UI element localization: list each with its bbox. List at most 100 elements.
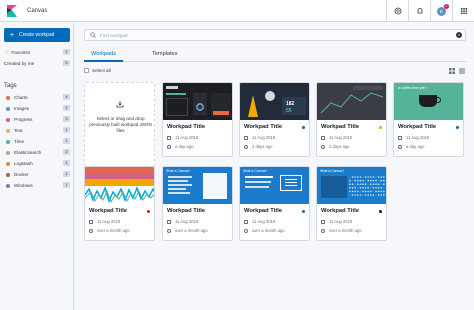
tag-color-dot	[6, 128, 10, 133]
calendar-icon	[89, 219, 93, 224]
top-bar: Canvas E 2	[0, 0, 474, 22]
clear-icon[interactable]: ×	[456, 32, 462, 38]
grid-icon	[460, 8, 467, 15]
workpad-thumbnail[interactable]	[85, 167, 154, 204]
sidebar-item-label: Created by me	[4, 61, 35, 66]
tag-item[interactable]: Docker 1	[4, 170, 70, 179]
tag-item[interactable]: Progress 3	[4, 115, 70, 124]
updated-time: over a month ago	[89, 228, 130, 233]
created-date-text: 11 Aug 2019	[175, 219, 199, 224]
create-workpad-label: Create workpad	[19, 32, 55, 38]
updated-time-text: over a month ago	[252, 228, 285, 233]
workpad-card[interactable]: What is Canvas? Workpad Title 11 Aug 2019 o…	[316, 166, 387, 241]
workpad-thumbnail[interactable]: 182 55	[240, 83, 309, 120]
workpad-thumbnail[interactable]	[317, 83, 386, 120]
tag-item[interactable]: Images 2	[4, 104, 70, 113]
clock-icon	[167, 228, 171, 233]
count-badge: 1	[63, 127, 70, 133]
tag-color-dot	[6, 117, 10, 122]
workpad-title[interactable]: Workpad Title	[167, 124, 205, 130]
workpad-card[interactable]: Is coffee time yet? Workpad Title 11 Aug 2…	[393, 82, 464, 157]
workpad-card[interactable]: What is Canvas? Workpad Title 11 Aug 2019 o…	[239, 166, 310, 241]
updated-time: 2 days ago	[321, 144, 350, 149]
workpad-card[interactable]: Workpad Title 11 Aug 2019 over a month ago	[84, 166, 155, 241]
sidebar-item-favorites[interactable]: ☆ Favorites 2	[4, 48, 70, 57]
created-date-text: 11 Aug 2019	[406, 135, 430, 140]
workpad-card[interactable]: Workpad Title 11 Aug 2019 a day ago	[162, 82, 233, 157]
tag-color-dot	[379, 210, 382, 213]
workpad-title[interactable]: Workpad Title	[244, 124, 282, 130]
count-badge: 1	[63, 182, 70, 188]
workpad-title[interactable]: Workpad Title	[89, 208, 127, 214]
calendar-icon	[244, 219, 248, 224]
select-all-label: Select all	[92, 68, 111, 73]
updated-time-text: a day ago	[406, 144, 425, 149]
app-menu-button[interactable]	[452, 0, 474, 22]
tag-label: Elasticsearch	[14, 150, 42, 155]
tags-heading: Tags	[4, 83, 17, 89]
workpad-thumbnail[interactable]	[163, 83, 232, 120]
tag-item[interactable]: Charts 4	[4, 93, 70, 102]
tab-templates[interactable]: Templates	[145, 50, 185, 62]
clock-icon	[244, 228, 248, 233]
created-date: 11 Aug 2019	[398, 135, 429, 140]
workpad-card[interactable]: 182 55 Workpad Title 11 Aug 2019 2 days ago	[239, 82, 310, 157]
help-menu-button[interactable]	[386, 0, 408, 22]
create-workpad-button[interactable]: + Create workpad	[4, 28, 70, 42]
created-date: 11 Aug 2019	[244, 135, 275, 140]
created-date: 11 Aug 2019	[89, 219, 120, 224]
created-date: 11 Aug 2019	[321, 219, 352, 224]
created-date: 11 Aug 2019	[167, 135, 198, 140]
select-all-checkbox[interactable]	[84, 68, 89, 73]
tab-bar: Workpads Templates	[84, 50, 466, 62]
list-view-icon[interactable]	[459, 68, 465, 74]
tag-color-dot	[379, 126, 382, 129]
thumb-stat: 55	[286, 108, 292, 114]
search-input[interactable]: Find workpad ×	[84, 29, 466, 41]
workpad-thumbnail[interactable]: What is Canvas?	[240, 167, 309, 204]
sidebar-item-label: Favorites	[11, 50, 31, 55]
tag-color-dot	[302, 126, 305, 129]
updated-time: a day ago	[398, 144, 424, 149]
tag-item[interactable]: Logstash 1	[4, 159, 70, 168]
updated-time-text: 2 days ago	[329, 144, 350, 149]
updated-time-text: over a month ago	[175, 228, 208, 233]
workpad-title[interactable]: Workpad Title	[398, 124, 436, 130]
tag-item[interactable]: Time 1	[4, 137, 70, 146]
file-drop-zone[interactable]: Select or drag and drop previously built…	[84, 82, 155, 173]
created-date-text: 11 Aug 2019	[252, 219, 276, 224]
workpad-thumbnail[interactable]: Is coffee time yet?	[394, 83, 463, 120]
created-date-text: 11 Aug 2019	[329, 219, 353, 224]
workpad-card[interactable]: What is Canvas? Workpad Title 11 Aug 2019 o…	[162, 166, 233, 241]
count-badge: 2	[63, 149, 70, 155]
updated-time: a day ago	[167, 144, 193, 149]
sidebar-item-created-by-me[interactable]: Created by me 5	[4, 59, 70, 68]
tag-item[interactable]: Windows 1	[4, 181, 70, 190]
workpad-title[interactable]: Workpad Title	[167, 208, 205, 214]
grid-view-icon[interactable]	[449, 68, 455, 74]
select-all[interactable]: Select all	[84, 68, 111, 73]
tag-item[interactable]: Elasticsearch 2	[4, 148, 70, 157]
user-menu-button[interactable]: E 2	[430, 0, 452, 22]
workpad-card[interactable]: Workpad Title 11 Aug 2019 2 days ago	[316, 82, 387, 157]
kibana-logo[interactable]	[6, 4, 18, 17]
workpad-title[interactable]: Workpad Title	[244, 208, 282, 214]
tag-color-dot	[6, 150, 10, 155]
clock-icon	[398, 144, 402, 149]
calendar-icon	[398, 135, 402, 140]
workpad-thumbnail[interactable]: What is Canvas?	[317, 167, 386, 204]
workpad-title[interactable]: Workpad Title	[321, 124, 359, 130]
tag-item[interactable]: Text 1	[4, 126, 70, 135]
updated-time-text: over a month ago	[97, 228, 130, 233]
tag-label: Images	[14, 106, 30, 111]
tag-color-dot	[147, 210, 150, 213]
workpad-thumbnail[interactable]: What is Canvas?	[163, 167, 232, 204]
workpad-title[interactable]: Workpad Title	[321, 208, 359, 214]
clock-icon	[321, 144, 325, 149]
notifications-button[interactable]	[408, 0, 430, 22]
tag-label: Charts	[14, 95, 28, 100]
thumb-stat: 182	[286, 101, 295, 107]
tab-workpads[interactable]: Workpads	[84, 50, 124, 62]
created-date-text: 11 Aug 2019	[97, 219, 121, 224]
created-date-text: 11 Aug 2019	[329, 135, 353, 140]
